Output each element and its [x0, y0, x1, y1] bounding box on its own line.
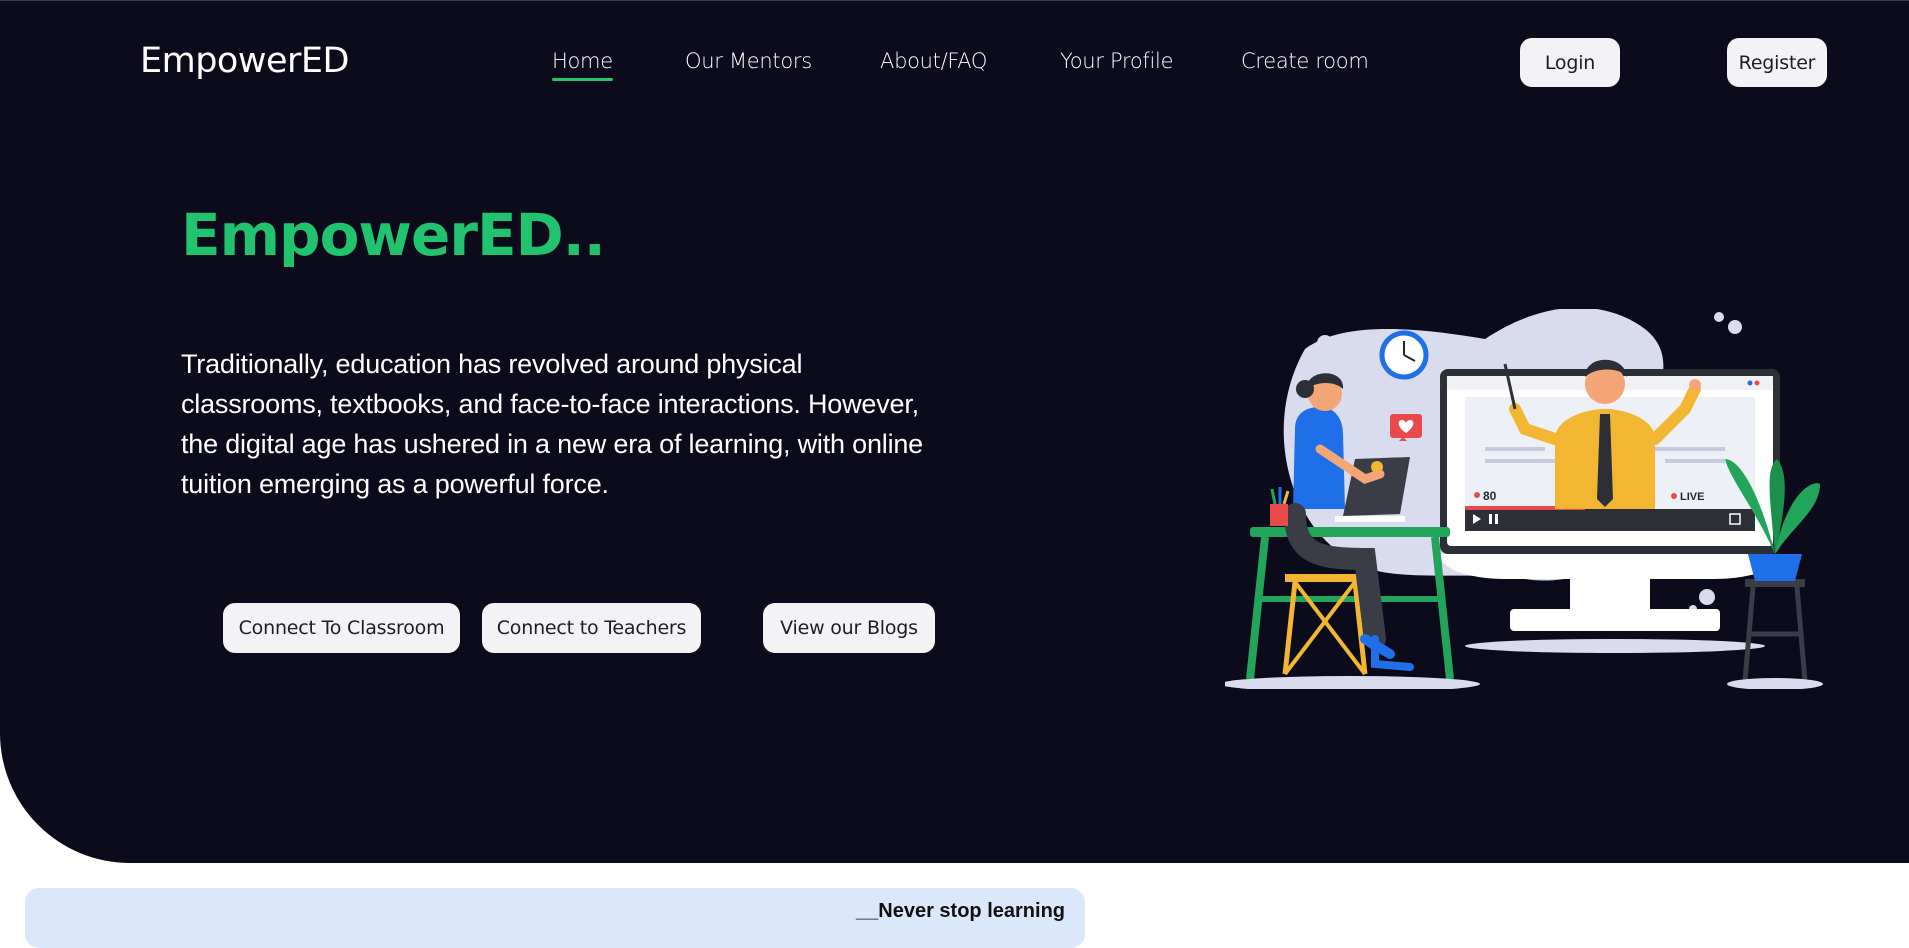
brand-logo[interactable]: EmpowerED [140, 41, 349, 81]
tagline-card: __Never stop learning [25, 888, 1085, 948]
register-button[interactable]: Register [1727, 38, 1827, 87]
view-blogs-button[interactable]: View our Blogs [763, 603, 935, 653]
live-label: LIVE [1680, 491, 1704, 503]
connect-classroom-button[interactable]: Connect To Classroom [223, 603, 460, 653]
connect-teachers-button[interactable]: Connect to Teachers [482, 603, 701, 653]
viewer-count: 80 [1483, 489, 1497, 503]
nav-create-room[interactable]: Create room [1241, 49, 1369, 73]
hero-description: Traditionally, education has revolved ar… [181, 349, 923, 499]
hero-title: EmpowerED.. [181, 201, 606, 269]
hero-section: EmpowerED Home Our Mentors About/FAQ You… [0, 0, 1909, 863]
clock-icon [1379, 330, 1429, 380]
nav-home[interactable]: Home [552, 49, 613, 81]
heart-bubble-icon [1390, 414, 1422, 441]
nav-our-mentors[interactable]: Our Mentors [685, 49, 812, 73]
nav-your-profile[interactable]: Your Profile [1060, 49, 1174, 73]
online-learning-illustration: 80 LIVE [1225, 309, 1823, 689]
login-button[interactable]: Login [1520, 38, 1620, 87]
nav-about-faq[interactable]: About/FAQ [880, 49, 987, 73]
tagline-text: __Never stop learning [856, 900, 1065, 922]
